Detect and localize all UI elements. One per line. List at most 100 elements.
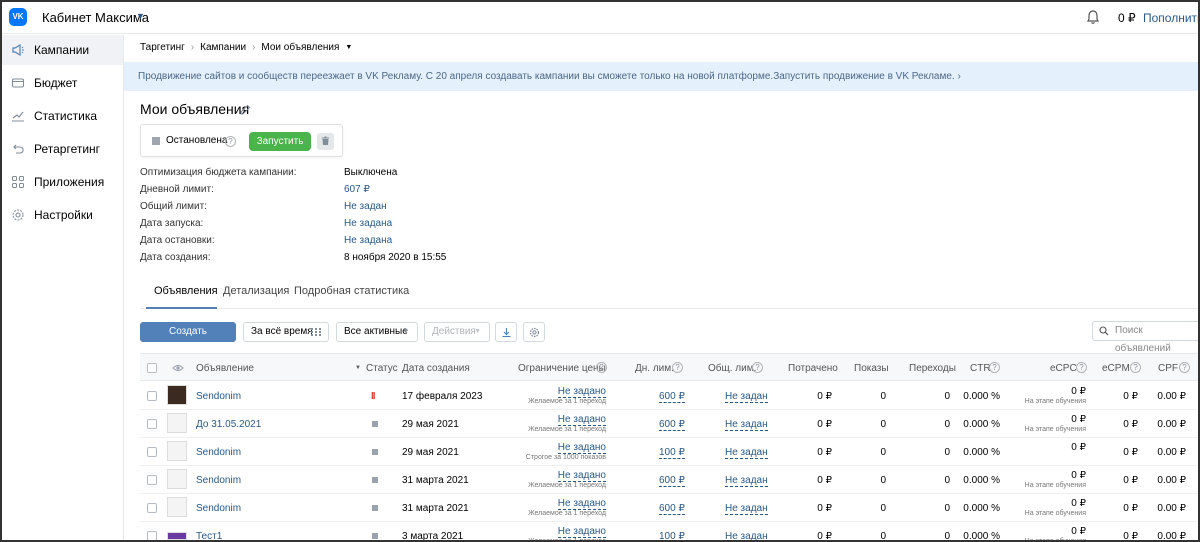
total-limit-link[interactable]: Не задан [725,391,768,403]
chevron-down-icon[interactable]: ▼ [136,11,145,21]
vk-logo[interactable]: VK [9,8,27,26]
stopped-icon[interactable] [372,449,378,455]
price-limit-link[interactable]: Не задано [557,442,606,454]
ad-thumbnail[interactable] [167,532,187,540]
ad-name-link[interactable]: До 31.05.2021 [196,419,261,430]
breadcrumb-targeting[interactable]: Таргетинг [140,42,185,53]
sort-desc-icon[interactable]: ▼ [355,365,361,371]
day-limit-link[interactable]: 600 ₽ [659,419,685,431]
prop-value-link[interactable]: Не задана [344,235,392,246]
row-checkbox[interactable] [147,531,157,540]
col-impressions[interactable]: Показы [854,363,889,374]
help-icon[interactable]: ? [1130,362,1141,373]
help-icon[interactable]: ? [752,362,763,373]
select-all-checkbox[interactable] [147,363,157,373]
stopped-icon[interactable] [372,505,378,511]
ad-thumbnail[interactable] [167,469,187,489]
prop-value-link[interactable]: 607 ₽ [344,184,370,195]
stopped-icon[interactable] [372,421,378,427]
ad-name-link[interactable]: Sendonim [196,475,241,486]
col-ad[interactable]: Объявление [196,363,254,374]
price-limit-link[interactable]: Не задано [557,498,606,510]
prop-value-link[interactable]: Не задана [344,218,392,229]
help-icon[interactable]: ? [672,362,683,373]
total-limit-link[interactable]: Не задан [725,447,768,459]
ad-thumbnail[interactable] [167,413,187,433]
row-checkbox[interactable] [147,475,157,485]
col-ctr[interactable]: CTR [970,363,991,374]
help-icon[interactable]: ? [1076,362,1087,373]
day-limit-link[interactable]: 600 ₽ [659,503,685,515]
table-row[interactable]: До 31.05.2021 29 мая 2021 Не задано Желаемо… [140,410,1198,438]
col-day-limit[interactable]: Дн. лим. [635,363,674,374]
sidebar-item-retargeting[interactable]: Ретаргетинг [2,134,123,164]
launch-button[interactable]: Запустить [249,132,311,151]
row-checkbox[interactable] [147,391,157,401]
create-ad-button[interactable]: Создать объявление [140,322,236,357]
total-limit-link[interactable]: Не задан [725,475,768,487]
total-limit-link[interactable]: Не задан [725,503,768,515]
tab-details[interactable]: Детализация [223,285,289,297]
settings-button[interactable] [523,322,545,342]
ad-thumbnail[interactable] [167,385,187,405]
col-status[interactable]: Статус [366,363,398,374]
col-price-limit[interactable]: Ограничение цены [518,363,606,374]
help-icon[interactable]: ? [225,136,236,147]
ad-thumbnail[interactable] [167,441,187,461]
total-limit-link[interactable]: Не задан [725,531,768,540]
sidebar-item-settings[interactable]: Настройки [2,200,123,230]
col-ecpm[interactable]: eCPM [1102,363,1130,374]
day-limit-link[interactable]: 100 ₽ [659,447,685,459]
sidebar-item-budget[interactable]: Бюджет [2,68,123,98]
col-cpf[interactable]: CPF [1158,363,1178,374]
ad-name-link[interactable]: Тест1 [196,531,222,540]
col-total-limit[interactable]: Общ. лим. [708,363,756,374]
stopped-icon[interactable] [372,477,378,483]
help-icon[interactable]: ? [989,362,1000,373]
filter-select[interactable]: Все активные ▼ [336,322,418,342]
ad-name-link[interactable]: Sendonim [196,391,241,402]
table-row[interactable]: Sendonim 31 марта 2021 Не задано Желаемое з… [140,466,1198,494]
delete-button[interactable] [317,133,334,150]
bell-icon[interactable] [1085,9,1101,25]
stopped-icon[interactable] [372,533,378,539]
tab-detailed-stats[interactable]: Подробная статистика [294,285,409,297]
sidebar-item-statistics[interactable]: Статистика [2,101,123,131]
search-input[interactable]: Поиск объявлений [1092,321,1198,354]
day-limit-link[interactable]: 100 ₽ [659,531,685,540]
cabinet-title[interactable]: Кабинет Максима [42,10,149,25]
breadcrumb-my-ads[interactable]: Мои объявления [261,42,339,53]
help-icon[interactable]: ? [596,362,607,373]
ad-name-link[interactable]: Sendonim [196,447,241,458]
ad-thumbnail[interactable] [167,497,187,517]
banner-link[interactable]: Запустить продвижение в VK Рекламе. › [773,71,961,82]
sidebar-item-apps[interactable]: Приложения [2,167,123,197]
tab-ads[interactable]: Объявления [154,285,218,297]
table-row[interactable]: Sendonim 31 марта 2021 Не задано Желаемое з… [140,494,1198,522]
eye-icon[interactable] [172,363,184,373]
download-button[interactable] [495,322,517,342]
col-clicks[interactable]: Переходы [909,363,956,374]
actions-select[interactable]: Действия ▼ [424,322,490,342]
topup-link[interactable]: Пополнить [1143,11,1198,25]
chevron-down-icon[interactable]: ▼ [345,44,352,51]
row-checkbox[interactable] [147,503,157,513]
pencil-icon[interactable] [240,104,251,115]
sidebar-item-campaigns[interactable]: Кампании [2,35,123,65]
col-created[interactable]: Дата создания [402,363,470,374]
col-ecpc[interactable]: eCPC [1050,363,1077,374]
day-limit-link[interactable]: 600 ₽ [659,475,685,487]
price-limit-link[interactable]: Не задано [557,526,606,538]
price-limit-link[interactable]: Не задано [557,414,606,426]
table-row[interactable]: Sendonim 29 мая 2021 Не задано Строгое за 1… [140,438,1198,466]
total-limit-link[interactable]: Не задан [725,419,768,431]
price-limit-link[interactable]: Не задано [557,470,606,482]
table-row[interactable]: Тест1 3 марта 2021 Не задано Желаемое за 1 … [140,522,1198,540]
period-select[interactable]: За всё время [243,322,329,342]
pause-icon[interactable]: II [371,391,375,402]
day-limit-link[interactable]: 600 ₽ [659,391,685,403]
col-spent[interactable]: Потрачено [788,363,838,374]
help-icon[interactable]: ? [1179,362,1190,373]
breadcrumb-campaigns[interactable]: Кампании [200,42,246,53]
row-checkbox[interactable] [147,447,157,457]
